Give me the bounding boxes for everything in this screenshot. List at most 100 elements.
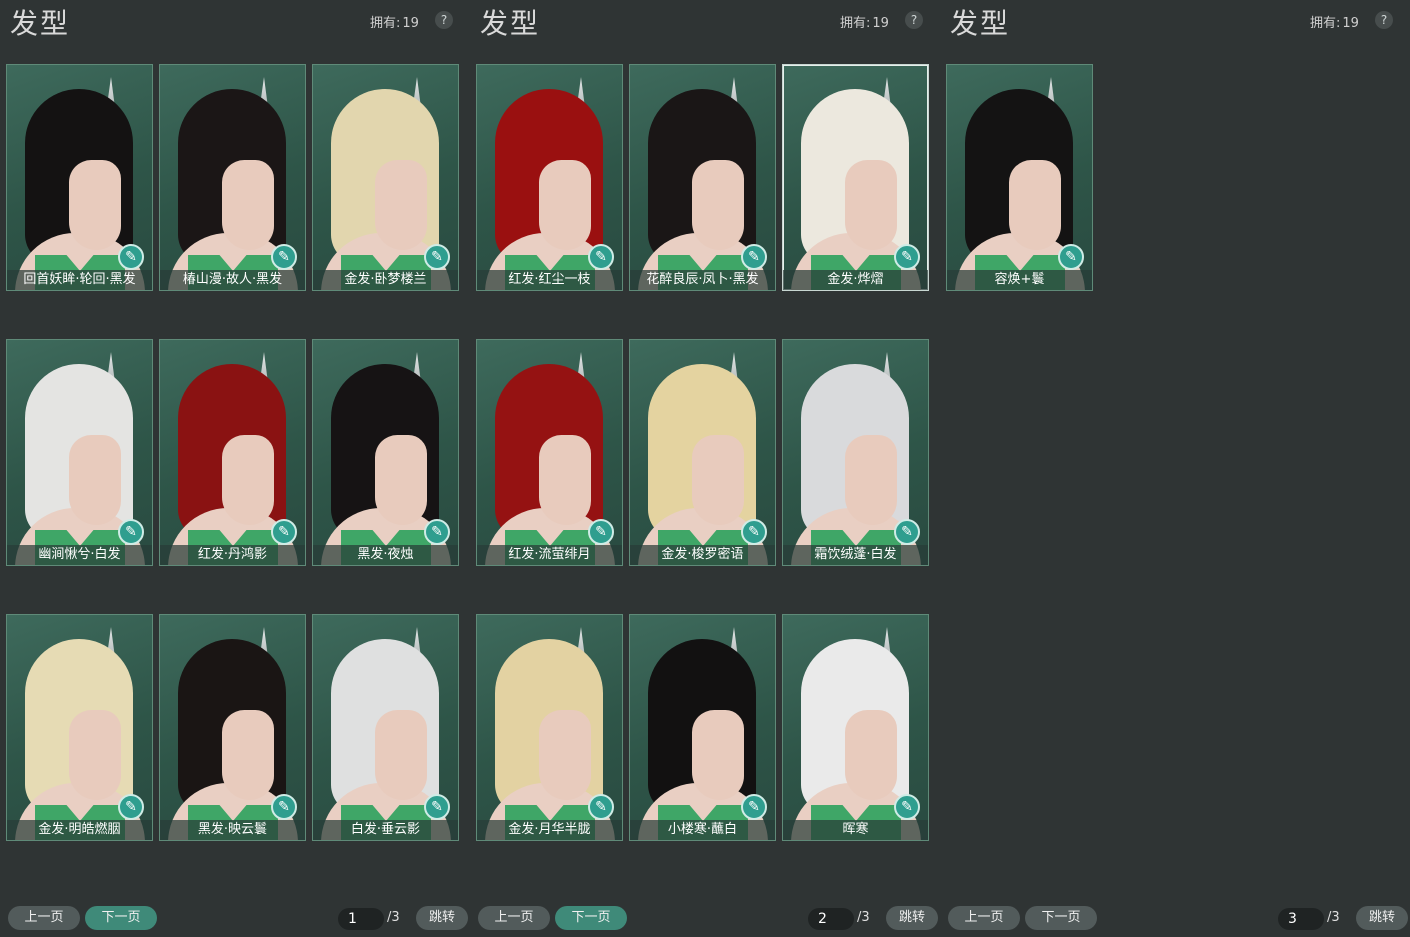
hairstyle-name: 小楼寒·蘸白 xyxy=(630,820,775,840)
brush-icon[interactable]: ✎ xyxy=(424,244,450,270)
panel-title: 发型 xyxy=(950,7,1011,40)
brush-icon[interactable]: ✎ xyxy=(588,519,614,545)
prev-page-button[interactable]: 上一页 xyxy=(478,906,550,930)
hairstyle-card[interactable]: ✎ 花醉良辰·凤卜·黑发 xyxy=(629,64,776,291)
face xyxy=(69,160,121,250)
hairstyle-name: 椿山漫·故人·黑发 xyxy=(160,270,305,290)
prev-page-button[interactable]: 上一页 xyxy=(948,906,1020,930)
prev-page-button[interactable]: 上一页 xyxy=(8,906,80,930)
hairstyle-card[interactable]: ✎ 金发·卧梦楼兰 xyxy=(312,64,459,291)
brush-icon[interactable]: ✎ xyxy=(741,244,767,270)
hairstyle-card[interactable]: ✎ 白发·垂云影 xyxy=(312,614,459,841)
brush-icon[interactable]: ✎ xyxy=(271,244,297,270)
hairstyle-card[interactable]: ✎ 黑发·映云鬟 xyxy=(159,614,306,841)
face xyxy=(539,435,591,525)
owned-number: 19 xyxy=(1342,16,1359,31)
hairstyle-card[interactable]: ✎ 椿山漫·故人·黑发 xyxy=(159,64,306,291)
face xyxy=(845,435,897,525)
hairstyle-name: 金发·烨熠 xyxy=(783,270,928,290)
face xyxy=(692,710,744,800)
brush-icon[interactable]: ✎ xyxy=(894,244,920,270)
hairstyle-name: 晖寒 xyxy=(783,820,928,840)
hairstyle-card[interactable]: ✎ 回首妖眸·轮回·黑发 xyxy=(6,64,153,291)
face xyxy=(222,160,274,250)
brush-icon[interactable]: ✎ xyxy=(1058,244,1084,270)
hairstyle-name: 回首妖眸·轮回·黑发 xyxy=(7,270,152,290)
owned-label: 拥有: xyxy=(840,16,871,31)
page-number-input[interactable]: 2 xyxy=(808,908,854,930)
face xyxy=(375,160,427,250)
jump-button[interactable]: 跳转 xyxy=(886,906,938,930)
hairstyle-name: 金发·月华半胧 xyxy=(477,820,622,840)
brush-icon[interactable]: ✎ xyxy=(741,519,767,545)
next-page-button[interactable]: 下一页 xyxy=(85,906,157,930)
page-number-input[interactable]: 1 xyxy=(338,908,384,930)
brush-icon[interactable]: ✎ xyxy=(118,519,144,545)
hairstyle-card[interactable]: ✎ 小楼寒·蘸白 xyxy=(629,614,776,841)
brush-icon[interactable]: ✎ xyxy=(588,794,614,820)
next-page-button[interactable]: 下一页 xyxy=(1025,906,1097,930)
hairstyle-card[interactable]: ✎ 红发·红尘一枝 xyxy=(476,64,623,291)
face xyxy=(539,710,591,800)
face xyxy=(69,710,121,800)
page-total: /3 xyxy=(387,910,400,925)
hairstyle-name: 容焕+鬟 xyxy=(947,270,1092,290)
panel-title: 发型 xyxy=(10,7,71,40)
jump-button[interactable]: 跳转 xyxy=(1356,906,1408,930)
hairstyle-card[interactable]: ✎ 金发·明皓燃胭 xyxy=(6,614,153,841)
face xyxy=(845,160,897,250)
hairstyle-card[interactable]: ✎ 金发·烨熠 xyxy=(782,64,929,291)
brush-icon[interactable]: ✎ xyxy=(894,794,920,820)
question-icon[interactable]: ? xyxy=(905,11,923,29)
hairstyle-name: 花醉良辰·凤卜·黑发 xyxy=(630,270,775,290)
hairstyle-name: 幽涧愀兮·白发 xyxy=(7,545,152,565)
jump-button[interactable]: 跳转 xyxy=(416,906,468,930)
hairstyle-name: 金发·梭罗密语 xyxy=(630,545,775,565)
brush-icon[interactable]: ✎ xyxy=(118,244,144,270)
brush-icon[interactable]: ✎ xyxy=(271,794,297,820)
next-page-button[interactable]: 下一页 xyxy=(555,906,627,930)
page-total: /3 xyxy=(857,910,870,925)
brush-icon[interactable]: ✎ xyxy=(424,794,450,820)
face xyxy=(692,160,744,250)
hairstyle-name: 白发·垂云影 xyxy=(313,820,458,840)
brush-icon[interactable]: ✎ xyxy=(588,244,614,270)
face xyxy=(69,435,121,525)
hairstyle-card[interactable]: ✎ 容焕+鬟 xyxy=(946,64,1093,291)
face xyxy=(692,435,744,525)
face xyxy=(222,710,274,800)
page-total: /3 xyxy=(1327,910,1340,925)
hairstyle-name: 金发·卧梦楼兰 xyxy=(313,270,458,290)
owned-label: 拥有: xyxy=(1310,16,1341,31)
hairstyle-card[interactable]: ✎ 红发·丹鸿影 xyxy=(159,339,306,566)
face xyxy=(1009,160,1061,250)
face xyxy=(845,710,897,800)
hairstyle-name: 红发·红尘一枝 xyxy=(477,270,622,290)
hairstyle-name: 红发·丹鸿影 xyxy=(160,545,305,565)
owned-count: 拥有: 19 xyxy=(1310,12,1359,31)
brush-icon[interactable]: ✎ xyxy=(424,519,450,545)
brush-icon[interactable]: ✎ xyxy=(271,519,297,545)
owned-label: 拥有: xyxy=(370,16,401,31)
hairstyle-card[interactable]: ✎ 金发·梭罗密语 xyxy=(629,339,776,566)
owned-count: 拥有: 19 xyxy=(370,12,419,31)
brush-icon[interactable]: ✎ xyxy=(118,794,144,820)
face xyxy=(375,710,427,800)
brush-icon[interactable]: ✎ xyxy=(741,794,767,820)
hairstyle-card[interactable]: ✎ 幽涧愀兮·白发 xyxy=(6,339,153,566)
hairstyle-name: 黑发·夜烛 xyxy=(313,545,458,565)
hairstyle-card[interactable]: ✎ 金发·月华半胧 xyxy=(476,614,623,841)
brush-icon[interactable]: ✎ xyxy=(894,519,920,545)
hairstyle-name: 金发·明皓燃胭 xyxy=(7,820,152,840)
face xyxy=(222,435,274,525)
hairstyle-name: 红发·流萤绯月 xyxy=(477,545,622,565)
face xyxy=(375,435,427,525)
hairstyle-card[interactable]: ✎ 晖寒 xyxy=(782,614,929,841)
page-number-input[interactable]: 3 xyxy=(1278,908,1324,930)
question-icon[interactable]: ? xyxy=(435,11,453,29)
hairstyle-card[interactable]: ✎ 霜饮绒蓬·白发 xyxy=(782,339,929,566)
hairstyle-card[interactable]: ✎ 红发·流萤绯月 xyxy=(476,339,623,566)
hairstyle-name: 黑发·映云鬟 xyxy=(160,820,305,840)
hairstyle-card[interactable]: ✎ 黑发·夜烛 xyxy=(312,339,459,566)
question-icon[interactable]: ? xyxy=(1375,11,1393,29)
